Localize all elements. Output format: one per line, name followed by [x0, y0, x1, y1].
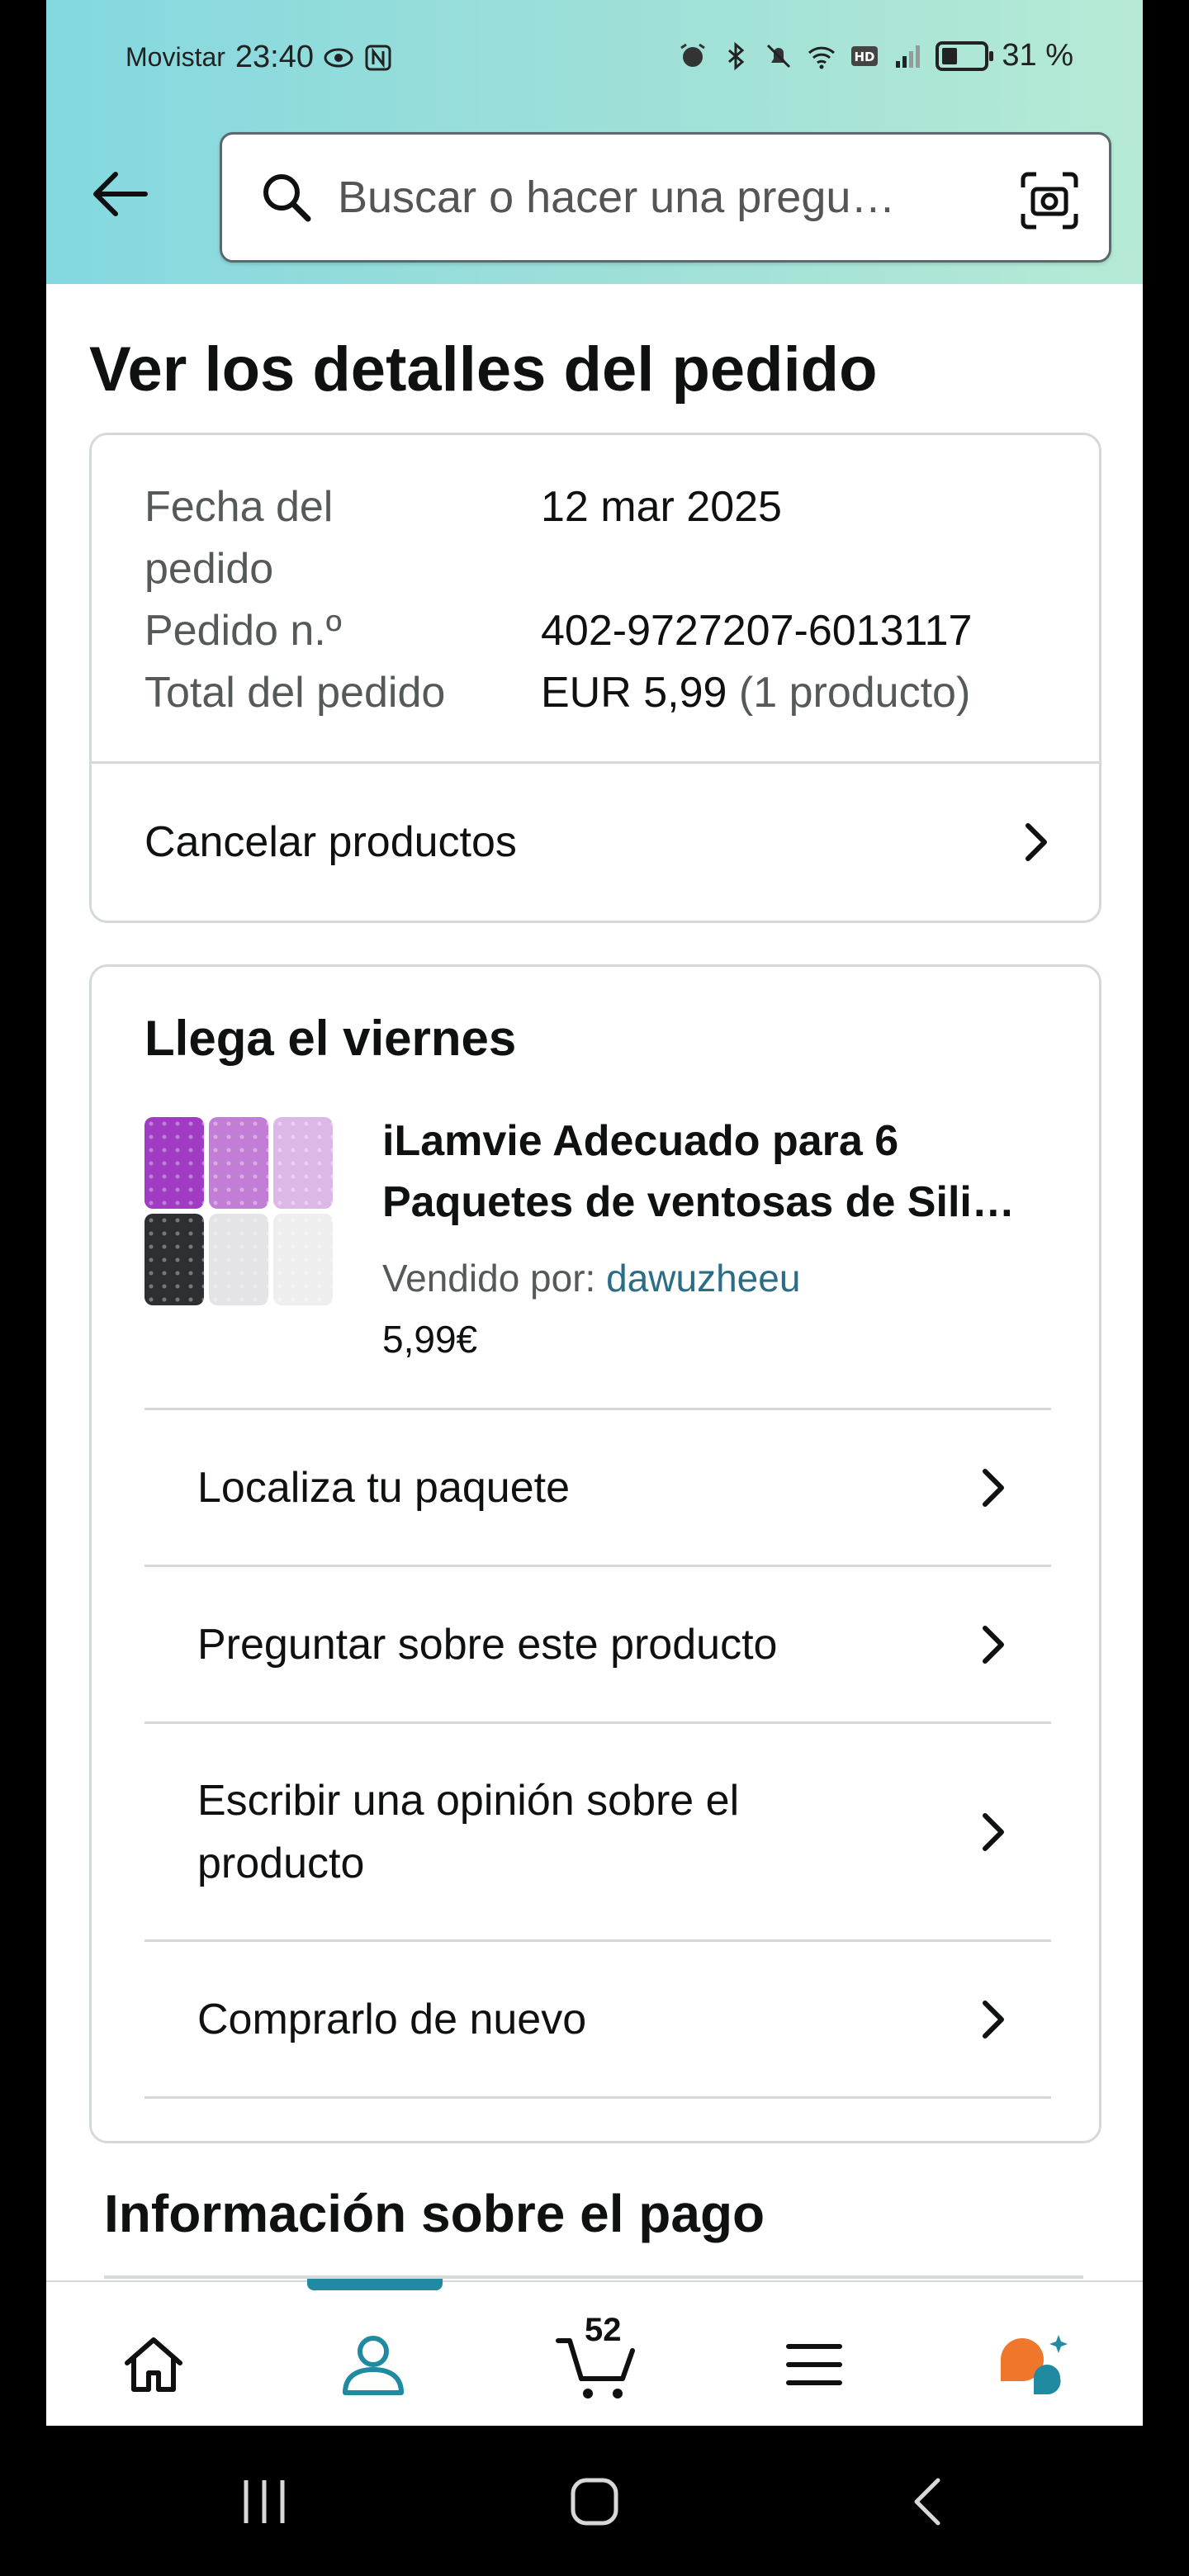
system-back-button[interactable] — [879, 2469, 978, 2535]
back-chevron-icon — [914, 2478, 940, 2526]
bluetooth-icon — [728, 41, 745, 70]
app-screen: Movistar 23:40 HD 31 % Buscar o hacer un… — [46, 0, 1143, 2426]
page-title: Ver los detalles del pedido — [89, 334, 878, 405]
order-total-amount: EUR 5,99 — [541, 669, 727, 717]
swatch — [144, 1214, 204, 1305]
order-date-label: Fecha del pedido — [144, 483, 334, 593]
order-number-value: 402-9727207-6013117 — [541, 607, 973, 655]
action-label: Escribir una opinión sobre el producto — [197, 1776, 740, 1887]
nav-home[interactable] — [112, 2323, 195, 2406]
order-summary-card: Fecha del pedido 12 mar 2025 Pedido n.º … — [89, 433, 1101, 923]
camera-search-icon[interactable] — [1018, 169, 1081, 232]
order-total-label: Total del pedido — [144, 669, 446, 717]
chevron-right-icon — [1026, 823, 1047, 861]
recent-apps-button[interactable] — [215, 2469, 314, 2535]
chevron-right-icon — [983, 1812, 1004, 1851]
back-arrow-icon — [93, 172, 148, 216]
product-title[interactable]: iLamvie Adecuado para 6 Paquetes de vent… — [382, 1110, 1059, 1233]
battery-percent: 31 % — [1002, 38, 1073, 73]
swatch — [273, 1117, 333, 1209]
mute-bell-icon — [767, 44, 791, 68]
signal-icon — [896, 45, 921, 68]
nav-menu[interactable] — [773, 2323, 855, 2406]
order-total-row: Total del pedido EUR 5,99 (1 producto) — [144, 662, 972, 724]
assistant-chat-icon — [1001, 2335, 1068, 2395]
order-number-label: Pedido n.º — [144, 607, 342, 655]
action-label: Preguntar sobre este producto — [197, 1620, 778, 1669]
chevron-right-icon — [983, 2000, 1004, 2039]
nav-account[interactable] — [332, 2323, 414, 2406]
cancel-products-row[interactable]: Cancelar productos — [144, 764, 1053, 921]
hamburger-menu-icon — [786, 2344, 842, 2385]
status-bar: Movistar 23:40 HD 31 % — [46, 0, 1143, 124]
sold-by-label: Vendido por: — [382, 1257, 596, 1300]
nav-assistant[interactable] — [992, 2323, 1075, 2406]
action-label: Comprarlo de nuevo — [197, 1995, 587, 2043]
nav-cart[interactable]: 52 — [547, 2312, 654, 2406]
ask-product-row[interactable]: Preguntar sobre este producto — [144, 1565, 1051, 1721]
clock: 23:40 — [234, 40, 314, 74]
payment-heading: Información sobre el pago — [104, 2184, 765, 2243]
swatch — [209, 1214, 268, 1305]
search-bar[interactable] — [220, 132, 1111, 263]
hd-icon: HD — [851, 45, 879, 66]
swatch — [144, 1117, 204, 1209]
header: Movistar 23:40 HD 31 % — [46, 0, 1143, 284]
order-total-value: EUR 5,99 (1 producto) — [541, 662, 970, 724]
order-item-count: (1 producto) — [738, 669, 971, 717]
carrier-name: Movistar — [126, 42, 225, 72]
cancel-products-label: Cancelar productos — [144, 818, 517, 866]
search-input[interactable] — [338, 172, 965, 223]
wifi-icon — [808, 46, 836, 69]
arrival-heading: Llega el viernes — [144, 1011, 517, 1066]
order-date-value: 12 mar 2025 — [541, 483, 782, 531]
divider — [144, 2096, 1051, 2099]
chevron-right-icon — [983, 1625, 1004, 1664]
search-icon — [263, 174, 311, 222]
battery-icon — [936, 40, 994, 71]
active-tab-indicator — [307, 2279, 443, 2290]
nfc-icon — [365, 45, 391, 70]
alarm-icon — [680, 43, 706, 67]
product-image[interactable] — [144, 1117, 333, 1305]
recent-apps-icon — [244, 2480, 285, 2523]
status-left: Movistar 23:40 — [126, 40, 393, 75]
order-number-row: Pedido n.º 402-9727207-6013117 — [144, 600, 972, 662]
track-package-row[interactable]: Localiza tu paquete — [144, 1408, 1051, 1565]
home-square-icon — [571, 2478, 618, 2526]
swatch — [273, 1214, 333, 1305]
shipment-card: Llega el viernes iLamvie Adecuado para 6… — [89, 964, 1101, 2143]
action-label: Localiza tu paquete — [197, 1463, 571, 1512]
system-navigation-bar — [0, 2426, 1189, 2576]
back-button[interactable] — [78, 157, 160, 231]
order-date-row: Fecha del pedido 12 mar 2025 — [144, 476, 972, 600]
chevron-right-icon — [983, 1468, 1004, 1507]
cart-count-badge: 52 — [585, 2312, 622, 2348]
swatch — [209, 1117, 268, 1209]
home-icon — [125, 2337, 182, 2392]
svg-text:HD: HD — [855, 50, 875, 64]
order-details: Fecha del pedido 12 mar 2025 Pedido n.º … — [144, 476, 972, 724]
eye-icon — [324, 48, 353, 67]
user-icon — [343, 2336, 404, 2395]
status-right: HD 31 % — [678, 38, 1073, 73]
seller-link[interactable]: dawuzheeu — [606, 1257, 800, 1300]
divider — [104, 2275, 1083, 2279]
write-review-row[interactable]: Escribir una opinión sobre el producto — [144, 1721, 1051, 1939]
product-price: 5,99€ — [382, 1318, 478, 1361]
bottom-nav: 52 — [46, 2279, 1143, 2426]
buy-again-row[interactable]: Comprarlo de nuevo — [144, 1939, 1051, 2096]
sold-by: Vendido por: dawuzheeu — [382, 1256, 800, 1300]
home-button[interactable] — [545, 2469, 644, 2535]
